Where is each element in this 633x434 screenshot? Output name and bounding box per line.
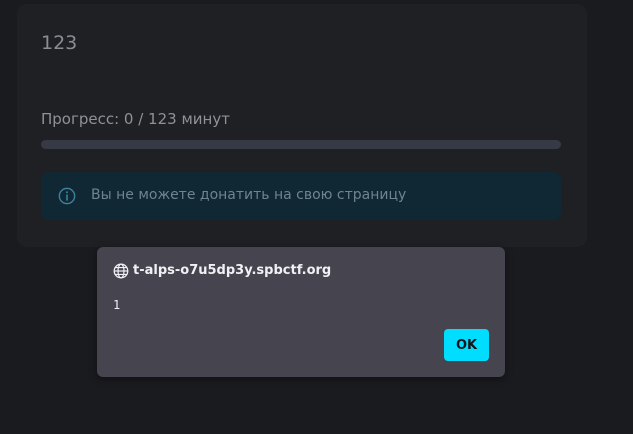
progress-bar xyxy=(41,140,561,149)
info-alert: Вы не можете донатить на свою страницу xyxy=(41,172,561,220)
alert-text: Вы не можете донатить на свою страницу xyxy=(91,187,407,203)
dialog-message: 1 xyxy=(113,298,121,312)
page: 123 Прогресс: 0 / 123 минут Вы не можете… xyxy=(0,0,633,434)
card-title: 123 xyxy=(41,32,78,54)
progress-label: Прогресс: 0 / 123 минут xyxy=(41,110,230,128)
dialog-origin: t-alps-o7u5dp3y.spbctf.org xyxy=(133,263,332,278)
info-icon xyxy=(58,187,76,205)
alert-dialog: t-alps-o7u5dp3y.spbctf.org 1 OK xyxy=(97,247,505,377)
globe-icon xyxy=(113,263,129,279)
ok-button[interactable]: OK xyxy=(444,329,489,361)
